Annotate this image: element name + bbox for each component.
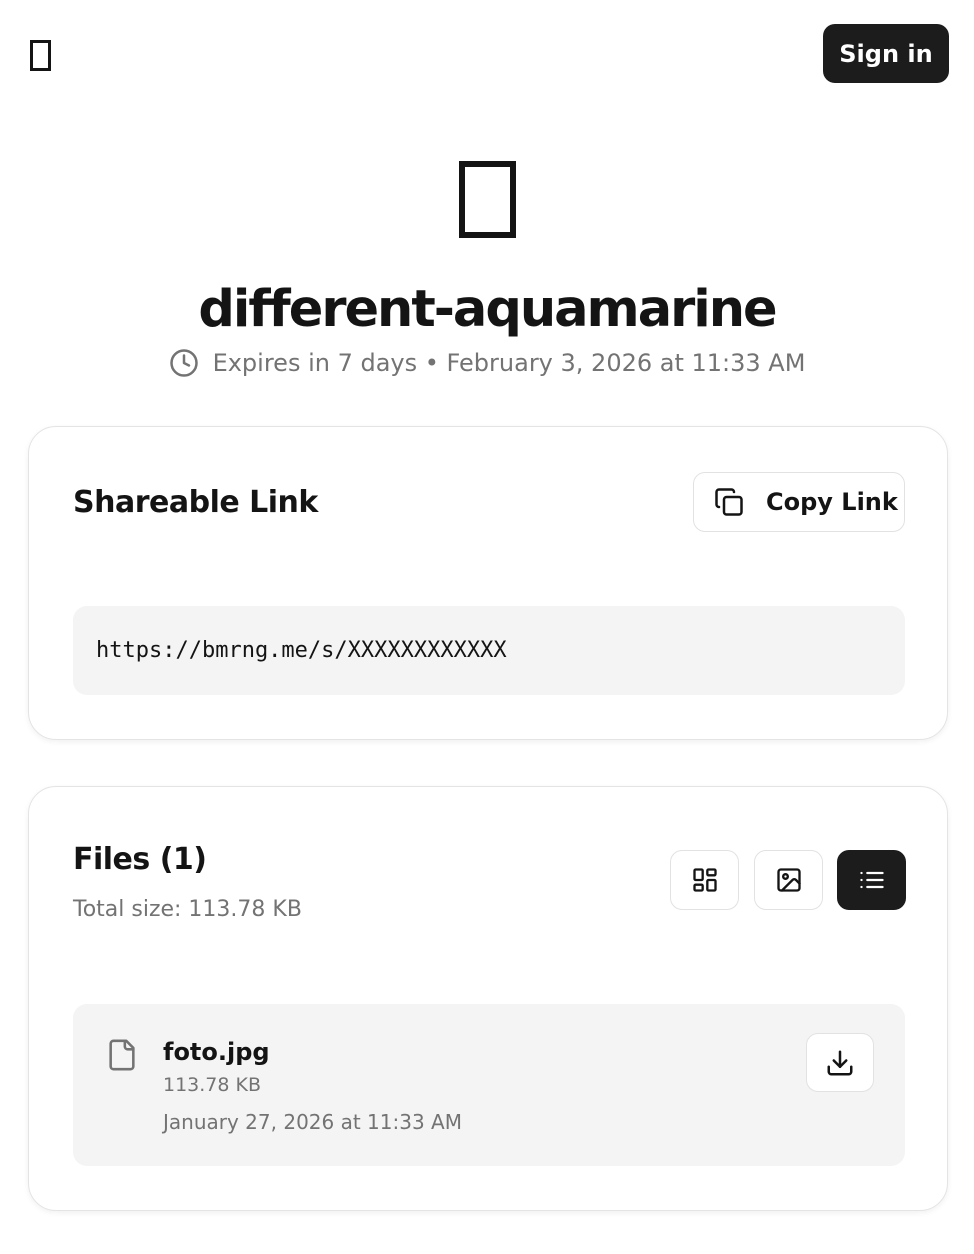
logo-icon[interactable] [30,40,51,71]
share-page: Sign in different-aquamarine Expires in … [0,0,974,1254]
share-url-field[interactable]: https://bmrng.me/s/XXXXXXXXXXXX [73,606,905,695]
file-icon [109,1039,135,1071]
files-title: Files (1) [73,842,207,877]
sign-in-button[interactable]: Sign in [823,24,949,83]
file-list-item: foto.jpg 113.78 KB January 27, 2026 at 1… [73,1004,905,1166]
total-size: Total size: 113.78 KB [73,897,302,922]
copy-link-label: Copy Link [766,488,898,516]
list-view-icon [859,871,884,889]
file-name: foto.jpg [163,1038,270,1066]
download-button[interactable] [806,1033,874,1092]
list-view-button[interactable] [837,850,906,910]
file-date: January 27, 2026 at 11:33 AM [163,1110,462,1134]
file-size: 113.78 KB [163,1074,262,1096]
expiry-info: Expires in 7 days • February 3, 2026 at … [0,348,974,378]
clock-icon [169,349,198,377]
grid-view-button[interactable] [670,850,739,910]
share-title: different-aquamarine [198,280,777,339]
copy-icon [715,488,743,516]
image-view-button[interactable] [754,850,823,910]
grid-view-icon [692,868,717,892]
share-emoji-icon [459,161,516,238]
files-card: Files (1) Total size: 113.78 KB foto.jpg… [28,786,948,1211]
expiry-text: Expires in 7 days • February 3, 2026 at … [212,349,806,377]
image-view-icon [776,868,801,892]
download-icon [827,1050,853,1075]
shareable-link-card: Shareable Link Copy Link https://bmrng.m… [28,426,948,740]
shareable-link-title: Shareable Link [73,485,318,520]
copy-link-button[interactable]: Copy Link [693,472,905,532]
